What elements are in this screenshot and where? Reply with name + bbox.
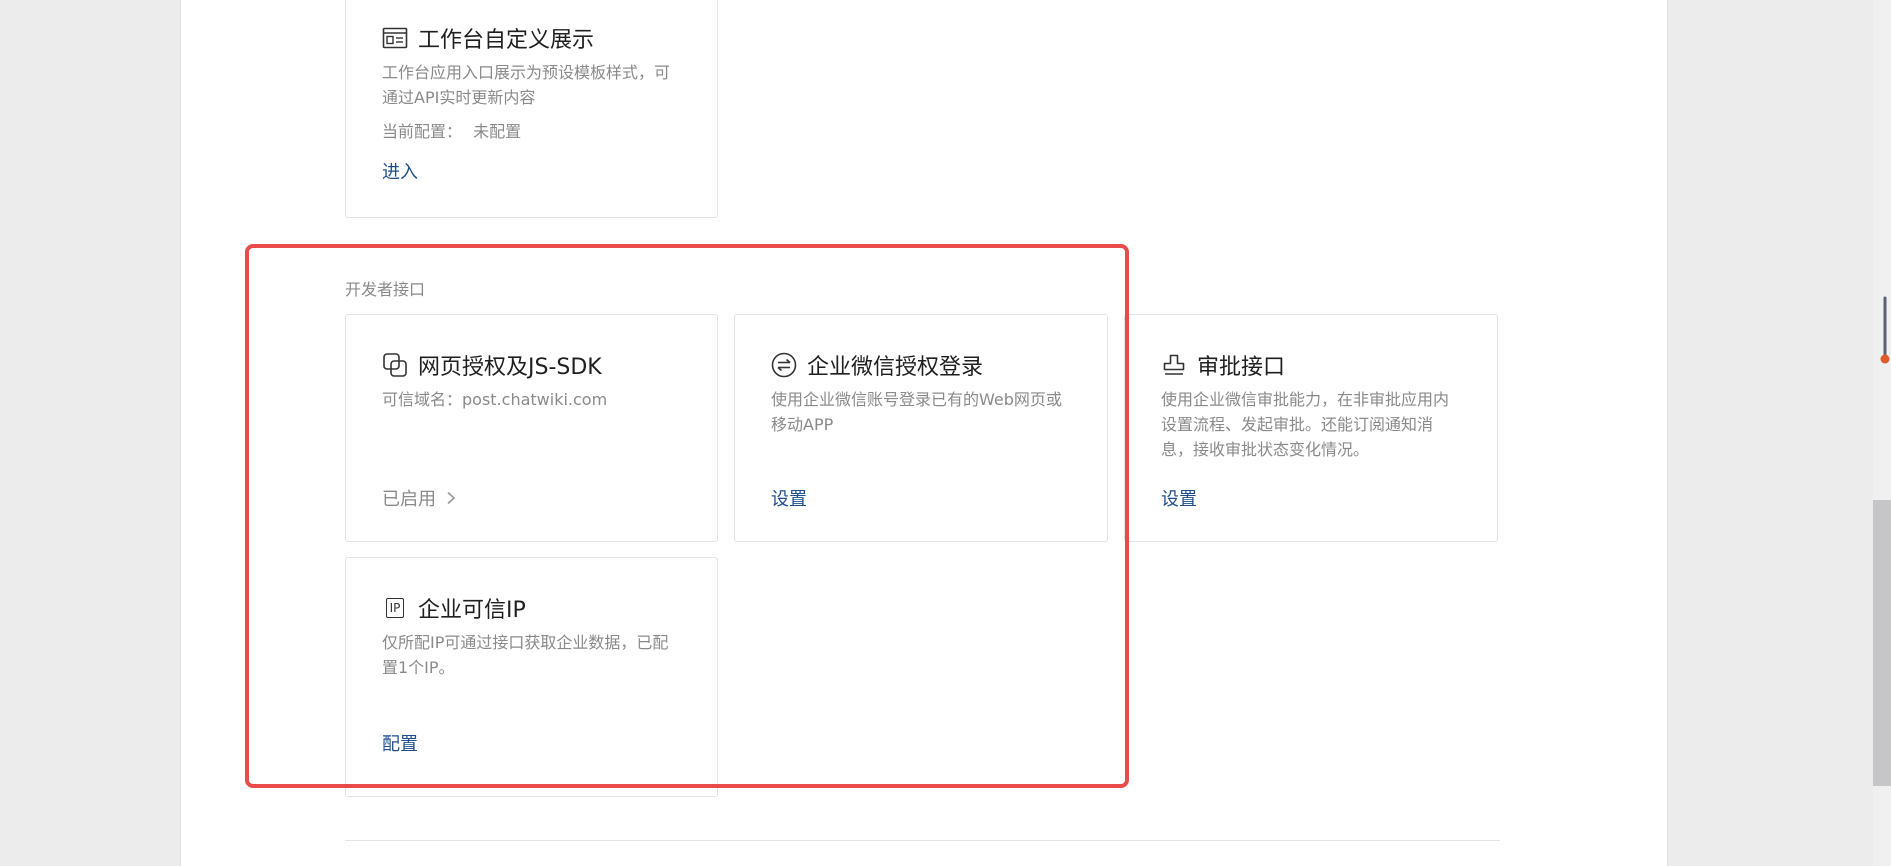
card-description: 工作台应用入口展示为预设模板样式，可通过API实时更新内容 [382,63,671,107]
section-divider [345,840,1500,841]
settings-link[interactable]: 设置 [771,485,807,511]
card-description: 使用企业微信审批能力，在非审批应用内设置流程、发起审批。还能订阅通知消息，接收审… [1161,390,1450,459]
overlap-squares-icon [382,352,408,378]
card-description: 仅所配IP可通过接口获取企业数据，已配置1个IP。 [382,633,669,677]
card-header: IP 企业可信IP [382,592,683,624]
card-title: 企业微信授权登录 [807,355,984,380]
section-title: 开发者接口 [345,280,426,299]
settings-link[interactable]: 设置 [1161,485,1197,511]
card-description: 使用企业微信账号登录已有的Web网页或移动APP [771,390,1062,434]
card-title: 企业可信IP [418,598,526,623]
workbench-display-card: 工作台自定义展示 工作台应用入口展示为预设模板样式，可通过API实时更新内容 当… [345,0,718,218]
card-title: 网页授权及JS-SDK [418,355,602,380]
enter-link[interactable]: 进入 [382,158,418,184]
scrollbar-thumb[interactable] [1873,500,1891,786]
config-label: 当前配置： [382,122,463,141]
card-description: 可信域名：post.chatwiki.com [382,390,608,409]
stamp-icon [1161,352,1187,378]
enabled-status[interactable]: 已启用 [382,485,456,511]
card-header: 工作台自定义展示 [382,22,683,54]
card-title: 审批接口 [1197,355,1286,380]
configure-link[interactable]: 配置 [382,730,418,756]
current-config: 当前配置： 未配置 [382,118,683,142]
scroll-indicator-icon [1879,296,1891,366]
card-title: 工作台自定义展示 [418,28,595,53]
card-header: 企业微信授权登录 [771,349,1073,381]
card-header: 网页授权及JS-SDK [382,349,683,381]
config-value: 未配置 [473,122,522,141]
web-auth-jssdk-card[interactable]: 网页授权及JS-SDK 可信域名：post.chatwiki.com 已启用 [345,314,718,542]
card-layout-icon [382,25,408,51]
exchange-circle-icon [771,352,797,378]
chevron-right-icon [446,491,456,505]
ip-icon: IP [382,595,408,621]
card-header: 审批接口 [1161,349,1463,381]
status-label: 已启用 [382,489,436,510]
trusted-ip-card[interactable]: IP 企业可信IP 仅所配IP可通过接口获取企业数据，已配置1个IP。 配置 [345,557,718,797]
wechat-work-login-card[interactable]: 企业微信授权登录 使用企业微信账号登录已有的Web网页或移动APP 设置 [734,314,1108,542]
approval-api-card[interactable]: 审批接口 使用企业微信审批能力，在非审批应用内设置流程、发起审批。还能订阅通知消… [1124,314,1498,542]
